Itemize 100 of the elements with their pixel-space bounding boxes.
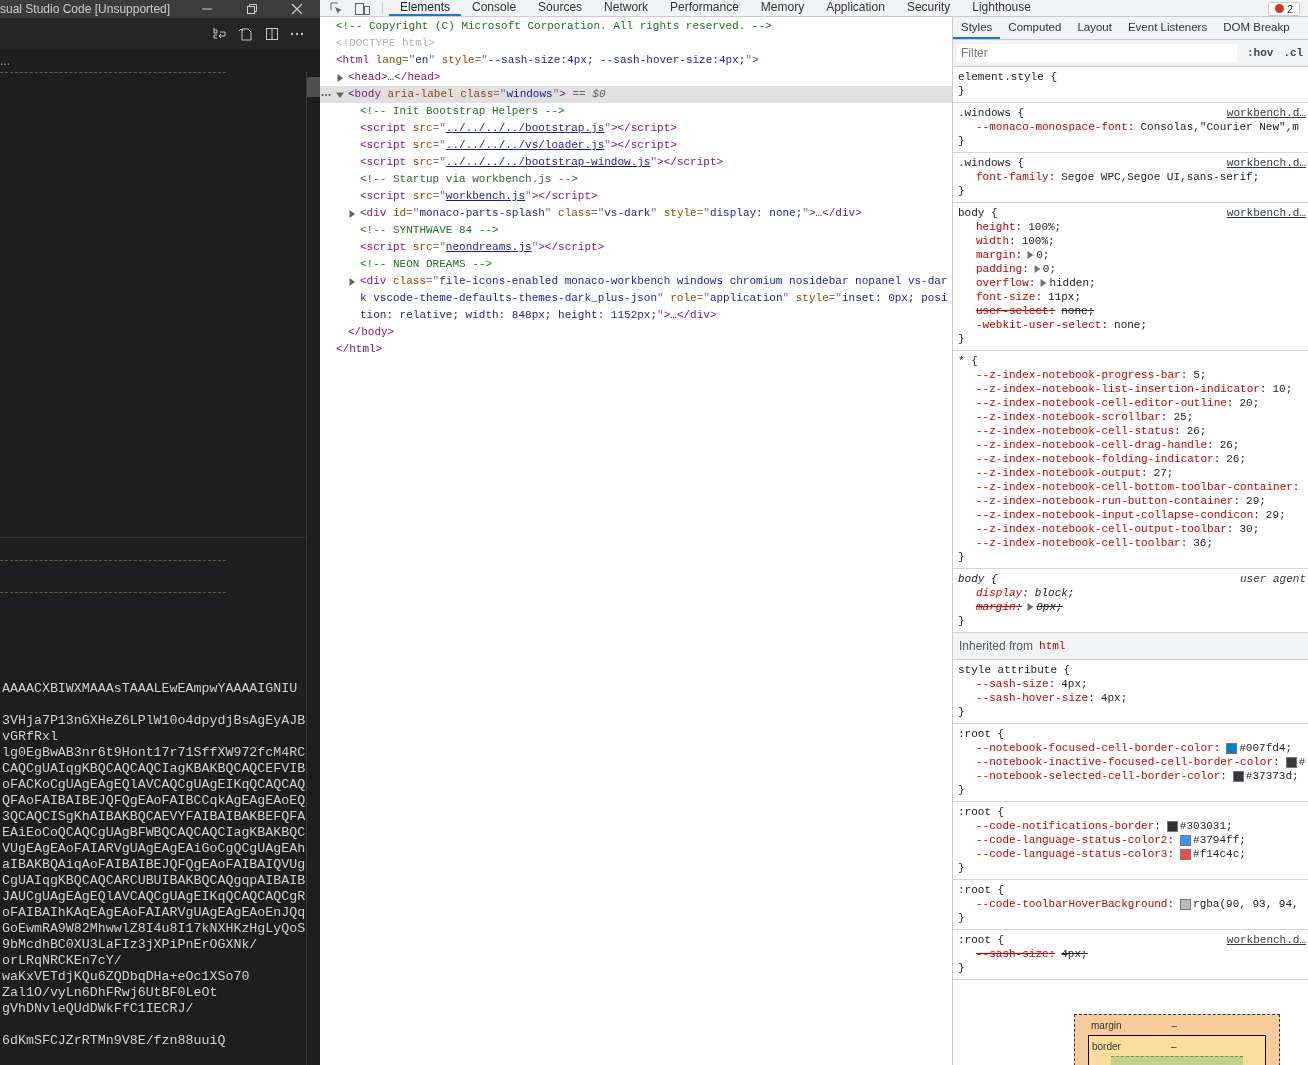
devtools-tab[interactable]: Lighthouse [961,0,1042,16]
code-line: EAiEoCoQCAQCgUAgBFWBQCAQCAQCIagKBAKBQC [1,825,306,841]
dom-row[interactable]: </body> [320,324,952,341]
inspect-cursor-icon[interactable] [330,1,343,15]
dom-node-line: <!-- NEON DREAMS --> [360,257,494,272]
inherited-element[interactable]: html [1039,640,1066,652]
collapsed-triangle-icon[interactable] [348,277,356,286]
styles-tab[interactable]: DOM Breakp [1215,17,1298,39]
more-icon[interactable] [290,32,304,36]
scrollbar-thumb[interactable] [307,77,320,97]
compare-icon[interactable] [212,26,228,42]
file-icon[interactable] [238,26,254,42]
more-icon[interactable] [321,92,331,97]
restore-icon[interactable] [246,3,258,15]
dom-row[interactable]: <script src="../../../../bootstrap-window.js"></script> [320,154,952,171]
property-name: height: [976,220,1023,234]
dom-row[interactable]: <!-- SYNTHWAVE 84 --> [320,222,952,239]
code-line: gVhDNvleQUdDWkFfC1IECRJ/ [1,1001,194,1017]
dom-row[interactable]: <html lang="en" style="--sash-size:4px; --sash-hover-size:4px;"> [320,52,952,69]
styles-tab[interactable]: Event Listeners [1119,17,1216,39]
dom-node-line: <html lang="en" style="--sash-size:4px; --sash-hover-size:4px;"> [336,53,760,68]
dom-row[interactable]: <body aria-label class="windows"> == $0 [320,86,952,103]
dom-row[interactable]: <head>…</head> [320,69,952,86]
property-value: 26; [1219,438,1240,452]
property-value: 4px; [1100,691,1128,705]
toggle-button[interactable]: .cl [1273,47,1304,59]
dom-node-line: </body> [348,325,396,340]
styles-tab[interactable]: Computed [1000,17,1070,39]
devtools-tab[interactable]: Performance [659,0,750,16]
dom-row[interactable]: <!-- Copyright (C) Microsoft Corporation. All rights reserved. --> [320,18,952,35]
property-value: 0; [1036,248,1050,262]
dom-node-line: <!-- Init Bootstrap Helpers --> [360,104,566,119]
source-link[interactable]: workbench.d… [1226,156,1308,170]
styles-tab[interactable]: Layout [1069,17,1120,39]
color-swatch[interactable] [1166,820,1178,832]
dom-node-line: <!-- SYNTHWAVE 84 --> [360,223,500,238]
color-swatch[interactable] [1232,770,1244,782]
expand-triangle-icon[interactable] [1027,251,1035,259]
dom-row[interactable]: <script src="../../../../bootstrap.js"></script> [320,120,952,137]
property-name: --z-index-notebook-input-collapse-condicon: [976,508,1260,522]
property-name: user-select: [976,304,1056,318]
property-name: width: [976,234,1016,248]
color-swatch[interactable] [1285,756,1297,768]
closing-brace: } [958,84,965,98]
color-swatch[interactable] [1180,848,1192,860]
dom-node-line: <!DOCTYPE html> [336,36,437,51]
breadcrumb[interactable]: ... [0,55,10,67]
property-name: --z-index-notebook-output: [976,466,1148,480]
dom-row[interactable]: <script src="../../../../vs/loader.js"></script> [320,137,952,154]
closing-brace: } [958,861,965,875]
dom-node-line: </html> [336,342,384,357]
window-title: sual Studio Code [Unsupported] [0,2,171,16]
source-link[interactable]: workbench.d… [1226,206,1308,220]
error-count-badge[interactable]: 2 [1267,1,1300,16]
source-link[interactable]: workbench.d… [1226,106,1308,120]
device-toolbar-icon[interactable] [355,1,370,15]
filter-field[interactable]: Filter [957,44,1237,62]
source-link[interactable]: workbench.d… [1226,933,1308,947]
property-name: --z-index-notebook-run-button-container: [976,494,1241,508]
property-value: #3794ff; [1193,833,1246,847]
dom-row[interactable]: <script src="workbench.js"></script> [320,188,952,205]
dom-node-line: <div class="file-icons-enabled monaco-workbench windows chromium nosidebar nopanel vs-dark vscode-theme-defaults-themes-dark_plus-json" role="application" style="inset: 0px; position: relative; width: 848px; height: 1152px;">…</div> [360,274,949,323]
property-value: 25; [1173,410,1194,424]
color-swatch[interactable] [1180,834,1192,846]
property-value: Consolas,"Courier New",m [1140,120,1299,134]
dom-row[interactable]: <script src="neondreams.js"></script> [320,239,952,256]
dom-row[interactable]: <!-- NEON DREAMS --> [320,256,952,273]
dom-row[interactable]: <div id="monaco-parts-splash" class="vs-dark" style="display: none;">…</div> [320,205,952,222]
devtools-tab[interactable]: Sources [527,0,594,16]
dom-row[interactable]: </html> [320,341,952,358]
expand-triangle-icon[interactable] [1027,603,1035,611]
property-value: 8px; [1036,600,1063,614]
dom-node-line: <script src="workbench.js"></script> [360,189,599,204]
devtools-tab[interactable]: Application [815,0,896,16]
property-value: hidden; [1049,276,1096,290]
collapsed-triangle-icon[interactable] [348,209,356,218]
split-editor-icon[interactable] [264,26,280,42]
dom-row[interactable]: <!-- Startup via workbench.js --> [320,171,952,188]
css-selector: :root { [958,805,1005,819]
devtools-tab[interactable]: Memory [749,0,816,16]
property-name: -webkit-user-select: [976,318,1109,332]
expand-triangle-icon[interactable] [1040,279,1048,287]
color-swatch[interactable] [1180,898,1192,910]
dom-row[interactable]: <!-- Init Bootstrap Helpers --> [320,103,952,120]
property-value: 29; [1246,494,1266,508]
property-name: overflow: [976,276,1036,290]
devtools-tab[interactable]: Security [895,0,962,16]
devtools-tab[interactable]: Console [461,0,528,16]
property-name: --z-index-notebook-cell-status: [976,424,1181,438]
toggle-button[interactable]: :hov [1237,47,1274,59]
property-name: --z-index-notebook-progress-bar: [976,368,1188,382]
property-value: #37373d; [1245,769,1299,783]
expanded-triangle-icon[interactable] [336,90,344,99]
expand-triangle-icon[interactable] [1033,265,1041,273]
color-swatch[interactable] [1226,742,1238,754]
devtools-tab[interactable]: Network [593,0,660,16]
collapsed-triangle-icon[interactable] [336,73,344,82]
devtools-tab[interactable]: Elements [389,0,462,16]
close-icon[interactable] [291,3,303,15]
closing-brace: } [958,184,965,198]
